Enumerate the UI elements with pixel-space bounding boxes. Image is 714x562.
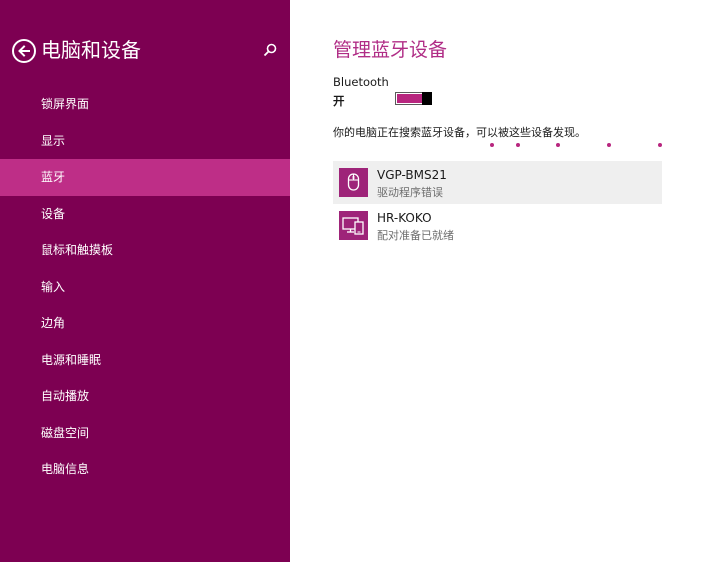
- back-arrow-icon[interactable]: [12, 39, 36, 63]
- sidebar-item-corners[interactable]: 边角: [0, 305, 290, 342]
- progress-dot: [516, 143, 520, 147]
- device-name: VGP-BMS21: [377, 168, 447, 182]
- sidebar-item-bluetooth[interactable]: 蓝牙: [0, 159, 290, 196]
- sidebar-item-devices[interactable]: 设备: [0, 196, 290, 233]
- sidebar-item-typing[interactable]: 输入: [0, 269, 290, 306]
- device-list: VGP-BMS21 驱动程序错误 HR-KOKO 配对准备已就绪: [333, 161, 662, 247]
- main-content: 管理蓝牙设备 Bluetooth 开 你的电脑正在搜索蓝牙设备，可以被这些设备发…: [290, 0, 714, 562]
- sidebar-nav: 锁屏界面 显示 蓝牙 设备 鼠标和触摸板 输入 边角 电源和睡眠 自动播放 磁盘…: [0, 86, 290, 488]
- pc-settings-window: 电脑和设备 锁屏界面 显示 蓝牙 设备 鼠标和触摸板 输入 边角 电源和睡眠 自…: [0, 0, 714, 562]
- sidebar-item-autoplay[interactable]: 自动播放: [0, 378, 290, 415]
- progress-dot: [607, 143, 611, 147]
- toggle-fill: [397, 94, 423, 103]
- progress-dot: [490, 143, 494, 147]
- device-item-vgp-bms21[interactable]: VGP-BMS21 驱动程序错误: [333, 161, 662, 204]
- mouse-icon: [339, 168, 368, 197]
- bluetooth-toggle[interactable]: [395, 92, 432, 105]
- search-icon[interactable]: [262, 42, 278, 58]
- sidebar-item-disk-space[interactable]: 磁盘空间: [0, 415, 290, 452]
- bluetooth-state-label: 开: [333, 94, 345, 108]
- sidebar-item-display[interactable]: 显示: [0, 123, 290, 160]
- device-item-hr-koko[interactable]: HR-KOKO 配对准备已就绪: [333, 204, 662, 247]
- sidebar-title: 电脑和设备: [41, 38, 141, 62]
- sidebar: 电脑和设备 锁屏界面 显示 蓝牙 设备 鼠标和触摸板 输入 边角 电源和睡眠 自…: [0, 0, 290, 562]
- phone-pc-icon: [339, 211, 368, 240]
- progress-dot: [556, 143, 560, 147]
- sidebar-item-lock-screen[interactable]: 锁屏界面: [0, 86, 290, 123]
- progress-dot: [658, 143, 662, 147]
- sidebar-item-mouse-touchpad[interactable]: 鼠标和触摸板: [0, 232, 290, 269]
- sidebar-item-pc-info[interactable]: 电脑信息: [0, 451, 290, 488]
- bluetooth-label: Bluetooth: [333, 75, 389, 89]
- device-status: 配对准备已就绪: [377, 229, 454, 242]
- sidebar-header: 电脑和设备: [12, 36, 282, 66]
- progress-indicator: [490, 143, 662, 147]
- search-status-text: 你的电脑正在搜索蓝牙设备，可以被这些设备发现。: [333, 126, 586, 139]
- device-status: 驱动程序错误: [377, 186, 443, 199]
- sidebar-item-power-sleep[interactable]: 电源和睡眠: [0, 342, 290, 379]
- device-name: HR-KOKO: [377, 211, 432, 225]
- toggle-thumb[interactable]: [422, 92, 432, 105]
- page-title: 管理蓝牙设备: [333, 39, 448, 61]
